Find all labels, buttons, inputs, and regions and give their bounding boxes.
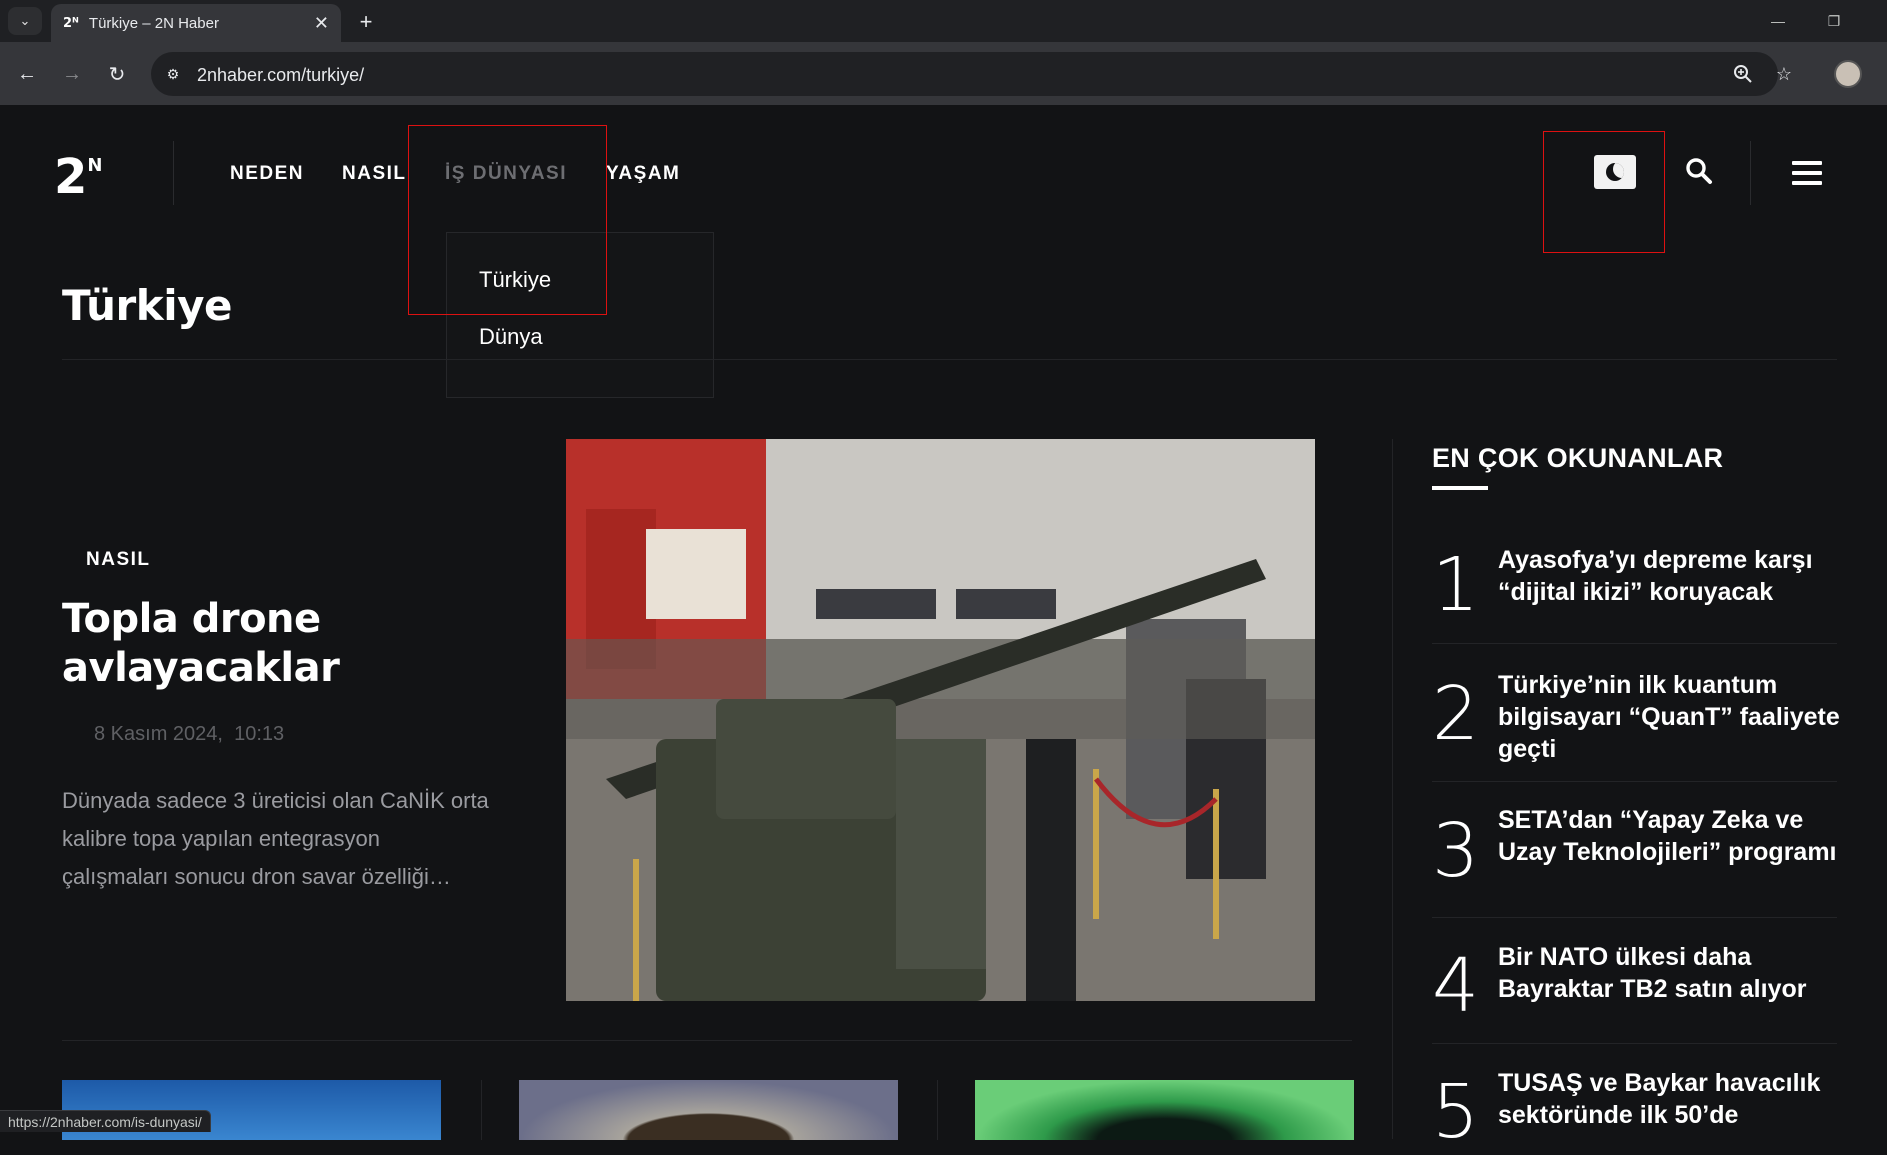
divider bbox=[1432, 781, 1837, 782]
most-read-title: EN ÇOK OKUNANLAR bbox=[1432, 443, 1724, 473]
search-icon[interactable] bbox=[1685, 157, 1713, 192]
website: 2N NEDEN NASIL İŞ DÜNYASI YAŞAM Türkiye … bbox=[0, 105, 1887, 1149]
hamburger-menu-icon[interactable] bbox=[1792, 161, 1822, 185]
tab-title: Türkiye – 2N Haber bbox=[88, 14, 219, 32]
dark-mode-moon-icon[interactable] bbox=[1594, 155, 1636, 189]
highlight-box-toggle bbox=[1543, 131, 1665, 253]
browser-toolbar: ← → ↻ ⚙ 2nhaber.com/turkiye/ ☆ bbox=[0, 42, 1887, 105]
reload-icon[interactable]: ↻ bbox=[101, 58, 133, 90]
page-title: Türkiye bbox=[62, 281, 232, 330]
rank-number: 5 bbox=[1432, 1069, 1480, 1155]
nav-neden[interactable]: NEDEN bbox=[230, 163, 304, 185]
most-read-headline[interactable]: Ayasofya’yı depreme karşı “dijital ikizi… bbox=[1498, 544, 1843, 608]
most-read-headline[interactable]: Bir NATO ülkesi daha Bayraktar TB2 satın… bbox=[1498, 941, 1843, 1005]
divider bbox=[1432, 1043, 1837, 1044]
most-read-headline[interactable]: Türkiye’nin ilk kuantum bilgisayarı “Qua… bbox=[1498, 669, 1843, 765]
highlight-box-nav bbox=[408, 125, 607, 315]
divider bbox=[1432, 917, 1837, 918]
back-arrow-icon[interactable]: ← bbox=[11, 58, 43, 90]
article-thumbnail[interactable] bbox=[519, 1080, 898, 1140]
forward-arrow-icon[interactable]: → bbox=[56, 58, 88, 90]
divider bbox=[481, 1080, 482, 1140]
nav-nasil[interactable]: NASIL bbox=[342, 163, 407, 185]
divider bbox=[62, 1040, 1352, 1041]
site-info-tune-icon[interactable]: ⚙ bbox=[163, 64, 183, 84]
header-divider bbox=[173, 141, 174, 205]
rank-number: 2 bbox=[1432, 671, 1480, 757]
new-tab-plus-icon[interactable]: + bbox=[352, 8, 380, 36]
tab-list-chevron-down-icon[interactable]: ⌄ bbox=[8, 7, 42, 35]
restore-icon[interactable]: ❐ bbox=[1814, 8, 1854, 34]
address-bar[interactable]: ⚙ 2nhaber.com/turkiye/ bbox=[151, 52, 1778, 96]
zoom-icon[interactable] bbox=[1731, 62, 1755, 86]
url-text[interactable]: 2nhaber.com/turkiye/ bbox=[197, 65, 364, 86]
rank-number: 3 bbox=[1432, 808, 1480, 894]
rank-number: 4 bbox=[1432, 943, 1480, 1029]
title-underline bbox=[1432, 486, 1488, 490]
article-excerpt: Dünyada sadece 3 üreticisi olan CaNİK or… bbox=[62, 788, 489, 889]
most-read-headline[interactable]: SETA’dan “Yapay Zeka ve Uzay Teknolojile… bbox=[1498, 804, 1843, 868]
minimize-icon[interactable]: — bbox=[1758, 8, 1798, 34]
article-thumbnail[interactable] bbox=[975, 1080, 1354, 1140]
article-date: 8 Kasım 2024, 10:13 bbox=[94, 723, 285, 745]
rank-number: 1 bbox=[1432, 542, 1480, 628]
column-divider bbox=[1392, 439, 1393, 1139]
divider bbox=[62, 359, 1837, 360]
featured-image[interactable] bbox=[566, 439, 1315, 1001]
featured-headline[interactable]: Topla drone avlayacaklar bbox=[62, 595, 482, 693]
bookmark-star-icon[interactable]: ☆ bbox=[1772, 62, 1796, 86]
browser-tab-bar: ⌄ 2ᴺ Türkiye – 2N Haber ✕ + — ❐ bbox=[0, 0, 1887, 42]
divider bbox=[1432, 643, 1837, 644]
divider bbox=[937, 1080, 938, 1140]
dropdown-item-dunya[interactable]: Dünya bbox=[479, 324, 543, 350]
header-divider bbox=[1750, 141, 1751, 205]
window-close-icon[interactable] bbox=[1862, 8, 1886, 34]
browser-tab[interactable]: 2ᴺ Türkiye – 2N Haber ✕ bbox=[51, 4, 341, 42]
profile-avatar[interactable] bbox=[1834, 60, 1862, 88]
nav-yasam[interactable]: YAŞAM bbox=[606, 163, 680, 185]
site-logo[interactable]: 2N bbox=[54, 153, 102, 201]
status-bar-url: https://2nhaber.com/is-dunyasi/ bbox=[0, 1110, 211, 1132]
tab-close-icon[interactable]: ✕ bbox=[314, 13, 329, 34]
category-label[interactable]: NASIL bbox=[86, 549, 151, 571]
site-favicon-icon: 2ᴺ bbox=[63, 15, 79, 31]
most-read-headline[interactable]: TUSAŞ ve Baykar havacılık sektöründe ilk… bbox=[1498, 1067, 1843, 1131]
